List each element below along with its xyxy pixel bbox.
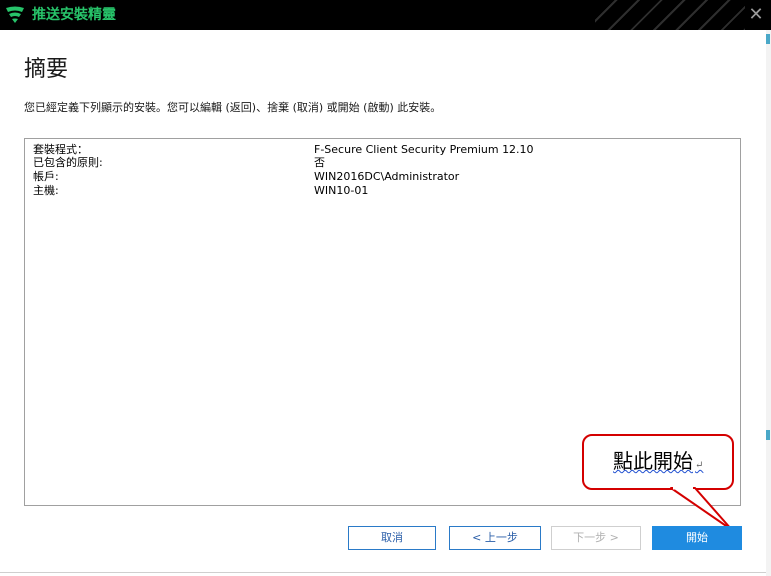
edge-marker xyxy=(766,430,770,440)
background-window-edge xyxy=(766,30,771,576)
annotation-callout: 點此開始 ↵ xyxy=(582,434,734,490)
title-bar-pattern xyxy=(595,0,745,30)
cancel-button[interactable]: 取消 xyxy=(348,526,436,550)
summary-value: WIN10-01 xyxy=(314,184,369,197)
back-button[interactable]: < 上一步 xyxy=(449,526,541,550)
paragraph-mark-icon: ↵ xyxy=(695,460,704,471)
summary-key: 已包含的原則: xyxy=(33,156,103,169)
start-button[interactable]: 開始 xyxy=(652,526,742,550)
summary-value: 否 xyxy=(314,156,325,169)
summary-key: 帳戶: xyxy=(33,170,59,183)
page-description: 您已經定義下列顯示的安裝。您可以編輯 (返回)、捨棄 (取消) 或開始 (啟動)… xyxy=(24,101,442,114)
summary-key: 套裝程式： xyxy=(33,143,88,156)
summary-value: WIN2016DC\Administrator xyxy=(314,170,460,183)
window-title: 推送安裝精靈 xyxy=(32,7,116,23)
next-button[interactable]: 下一步 > xyxy=(551,526,641,550)
summary-value: F-Secure Client Security Premium 12.10 xyxy=(314,143,534,156)
page-title: 摘要 xyxy=(24,57,69,82)
close-button[interactable]: ✕ xyxy=(741,0,771,30)
title-bar: 推送安裝精靈 ✕ xyxy=(0,0,771,30)
edge-marker xyxy=(766,34,770,44)
f-secure-shield-icon xyxy=(6,6,24,23)
close-icon: ✕ xyxy=(748,4,764,25)
summary-key: 主機: xyxy=(33,184,59,197)
callout-text: 點此開始 ↵ xyxy=(613,449,704,473)
